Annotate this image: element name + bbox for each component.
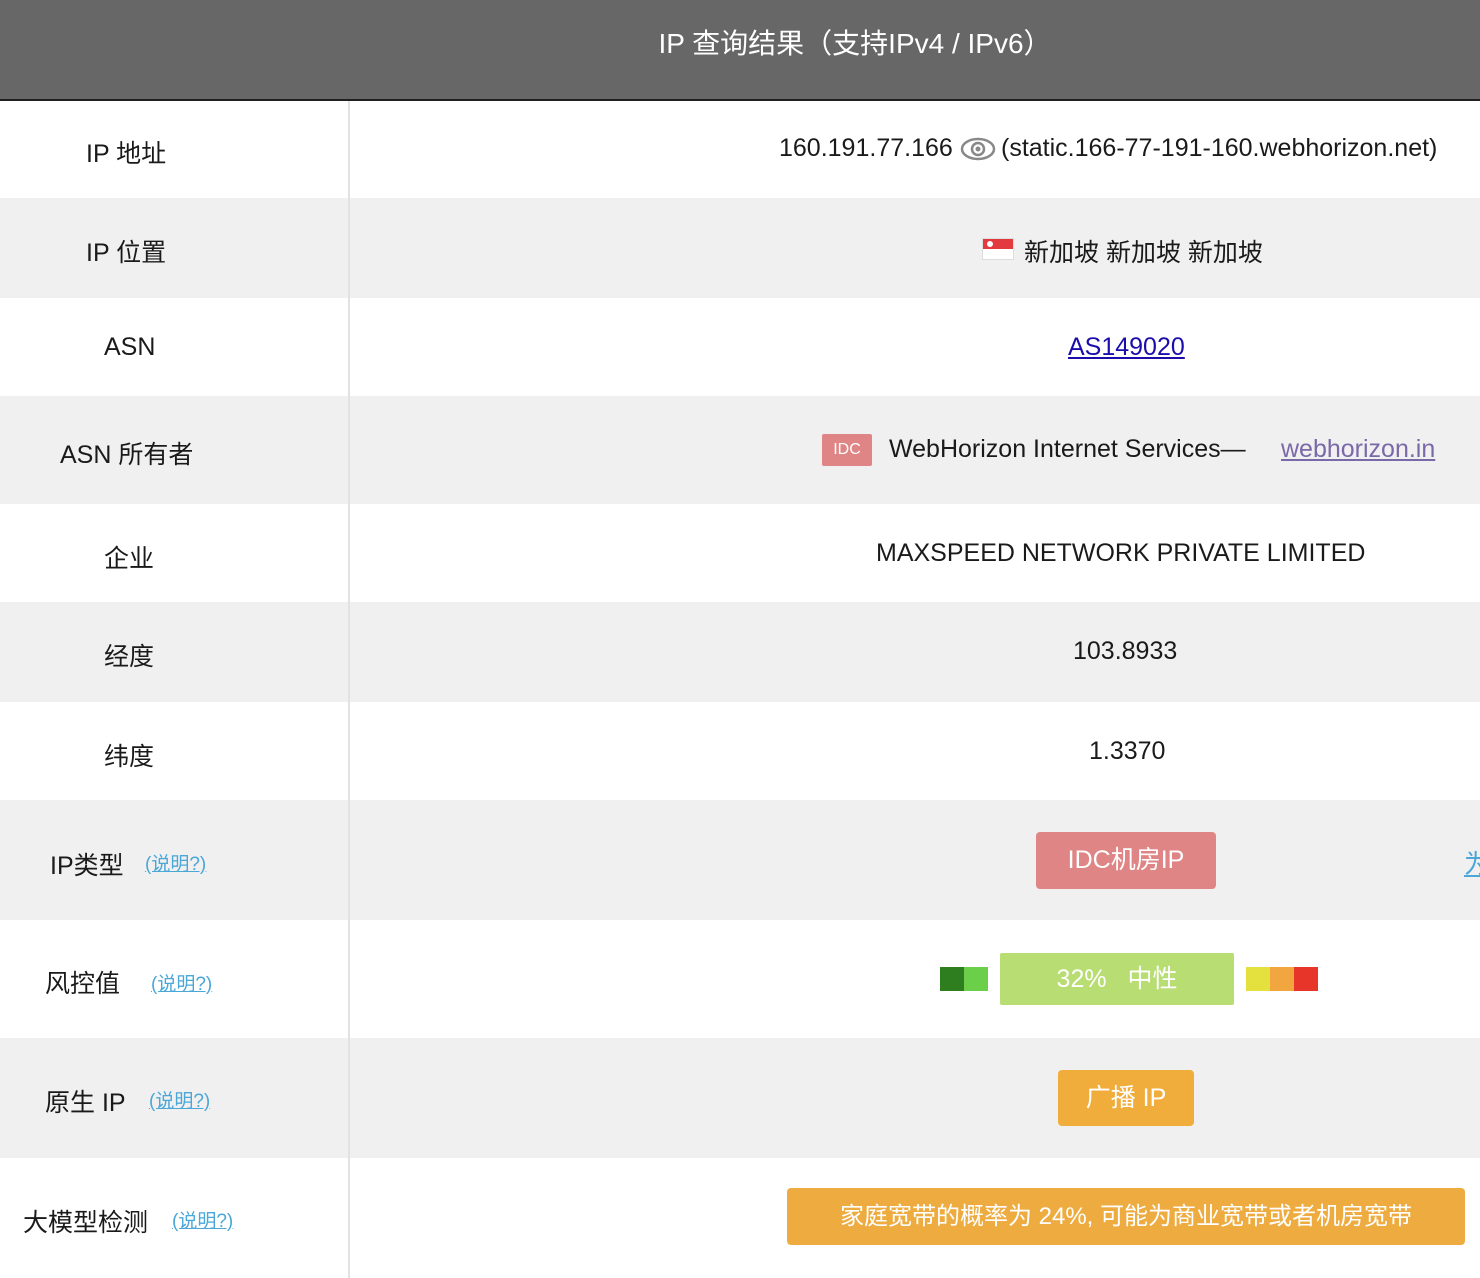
column-divider — [348, 1038, 350, 1158]
idc-badge: IDC — [822, 434, 872, 466]
row-ip-address: IP 地址 160.191.77.166 (static.166-77-191-… — [0, 101, 1480, 198]
asn-owner-site-link[interactable]: webhorizon.in — [1281, 435, 1435, 464]
column-divider — [348, 396, 350, 504]
row-company: 企业 MAXSPEED NETWORK PRIVATE LIMITED — [0, 504, 1480, 602]
risk-score-percent: 32% — [1056, 965, 1107, 993]
asn-link[interactable]: AS149020 — [1068, 333, 1185, 362]
row-asn: ASN AS149020 — [0, 298, 1480, 396]
column-divider — [348, 504, 350, 602]
column-divider — [348, 920, 350, 1038]
risk-score-explain-link[interactable]: (说明?) — [151, 969, 212, 996]
latitude-value: 1.3370 — [1089, 737, 1166, 765]
llm-detection-label: 大模型检测 — [23, 1209, 149, 1237]
native-ip-badge: 广播 IP — [1058, 1070, 1194, 1126]
ip-address-label: IP 地址 — [86, 140, 167, 168]
row-longitude: 经度 103.8933 — [0, 602, 1480, 702]
row-native-ip: 原生 IP (说明?) 广播 IP — [0, 1038, 1480, 1158]
column-divider — [348, 198, 350, 298]
risk-score-label: 风控值 — [45, 970, 121, 998]
llm-detection-result: 家庭宽带的概率为 24%, 可能为商业宽带或者机房宽带 — [787, 1188, 1465, 1245]
row-ip-type: IP类型 (说明?) IDC机房IP 为 — [0, 800, 1480, 920]
risk-scale-very-low — [940, 967, 964, 991]
native-ip-explain-link[interactable]: (说明?) — [149, 1086, 210, 1113]
eye-icon[interactable] — [960, 137, 996, 161]
column-divider — [348, 702, 350, 800]
risk-scale-low — [964, 967, 988, 991]
row-latitude: 纬度 1.3370 — [0, 702, 1480, 800]
longitude-value: 103.8933 — [1073, 637, 1178, 665]
risk-score-indicator: 32% 中性 — [1000, 953, 1234, 1005]
column-divider — [348, 602, 350, 702]
llm-detection-explain-link[interactable]: (说明?) — [172, 1206, 233, 1233]
ip-address-value[interactable]: 160.191.77.166 — [779, 134, 953, 163]
longitude-label: 经度 — [104, 643, 155, 671]
risk-score-level: 中性 — [1127, 965, 1178, 993]
asn-label: ASN — [104, 333, 156, 361]
native-ip-label: 原生 IP — [45, 1089, 126, 1117]
column-divider — [348, 101, 350, 198]
ip-type-explain-link[interactable]: (说明?) — [145, 849, 206, 876]
row-risk-score: 风控值 (说明?) 32% 中性 — [0, 920, 1480, 1038]
singapore-flag-icon — [982, 238, 1014, 260]
risk-scale-medium-high — [1246, 967, 1270, 991]
ip-location-value: 新加坡 新加坡 新加坡 — [1024, 239, 1263, 267]
asn-owner-name: WebHorizon Internet Services— — [889, 435, 1246, 463]
ip-hostname: (static.166-77-191-160.webhorizon.net) — [1001, 134, 1438, 162]
latitude-label: 纬度 — [104, 743, 155, 771]
row-llm-detection: 大模型检测 (说明?) 家庭宽带的概率为 24%, 可能为商业宽带或者机房宽带 — [0, 1158, 1480, 1278]
column-divider — [348, 800, 350, 920]
company-label: 企业 — [104, 545, 155, 573]
ip-type-edge-link[interactable]: 为 — [1464, 844, 1480, 881]
ip-type-label: IP类型 — [50, 852, 124, 880]
page-title: IP 查询结果（支持IPv4 / IPv6） — [658, 28, 1052, 59]
company-value: MAXSPEED NETWORK PRIVATE LIMITED — [876, 539, 1366, 567]
column-divider — [348, 298, 350, 396]
row-ip-location: IP 位置 新加坡 新加坡 新加坡 — [0, 198, 1480, 298]
asn-owner-label: ASN 所有者 — [60, 441, 194, 469]
risk-scale-high — [1270, 967, 1294, 991]
ip-type-badge: IDC机房IP — [1036, 832, 1216, 889]
column-divider — [348, 1158, 350, 1278]
row-asn-owner: ASN 所有者 IDC WebHorizon Internet Services… — [0, 396, 1480, 504]
ip-location-label: IP 位置 — [86, 239, 167, 267]
risk-scale-very-high — [1294, 967, 1318, 991]
result-header: IP 查询结果（支持IPv4 / IPv6） — [0, 0, 1480, 101]
